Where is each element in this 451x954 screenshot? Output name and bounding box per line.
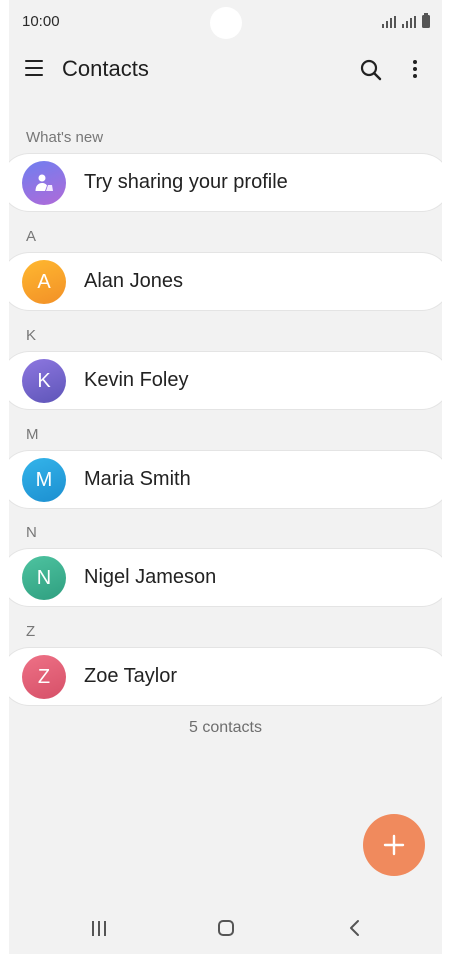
section-header-z: Z bbox=[26, 623, 36, 640]
contact-row[interactable]: A Alan Jones bbox=[9, 253, 442, 310]
menu-icon[interactable] bbox=[25, 59, 45, 77]
signal-icon-2 bbox=[402, 16, 416, 28]
section-header-m: M bbox=[26, 426, 39, 443]
contact-name: Kevin Foley bbox=[84, 369, 189, 391]
battery-icon bbox=[422, 13, 430, 28]
contact-avatar: Z bbox=[22, 655, 66, 699]
status-bar: 10:00 bbox=[9, 0, 442, 44]
more-options-icon[interactable] bbox=[405, 58, 425, 82]
contact-avatar: A bbox=[22, 260, 66, 304]
status-time: 10:00 bbox=[22, 13, 60, 30]
contact-name: Zoe Taylor bbox=[84, 665, 178, 687]
share-profile-item[interactable]: Try sharing your profile bbox=[9, 154, 442, 211]
contact-avatar: N bbox=[22, 556, 66, 600]
back-icon[interactable] bbox=[348, 919, 360, 937]
contact-name: Nigel Jameson bbox=[84, 566, 217, 588]
navigation-bar bbox=[9, 904, 442, 952]
contact-name: Maria Smith bbox=[84, 468, 191, 490]
search-icon[interactable] bbox=[359, 58, 383, 82]
signal-icon bbox=[382, 16, 396, 28]
section-header-n: N bbox=[26, 524, 37, 541]
plus-icon bbox=[383, 834, 405, 856]
home-icon[interactable] bbox=[218, 920, 234, 936]
contact-row[interactable]: M Maria Smith bbox=[9, 451, 442, 508]
profile-share-icon bbox=[35, 174, 53, 191]
camera-cutout bbox=[210, 7, 242, 39]
contact-row[interactable]: Z Zoe Taylor bbox=[9, 648, 442, 705]
add-contact-button[interactable] bbox=[363, 814, 425, 876]
whats-new-header: What's new bbox=[26, 129, 104, 146]
phone-frame: 10:00 Contacts What's new Try sharing yo… bbox=[0, 0, 451, 954]
page-title: Contacts bbox=[62, 56, 149, 81]
contacts-screen: 10:00 Contacts What's new Try sharing yo… bbox=[9, 0, 442, 954]
contact-row[interactable]: K Kevin Foley bbox=[9, 352, 442, 409]
contact-avatar: M bbox=[22, 458, 66, 502]
contact-row[interactable]: N Nigel Jameson bbox=[9, 549, 442, 606]
share-profile-label: Try sharing your profile bbox=[84, 171, 288, 193]
contact-count: 5 contacts bbox=[189, 719, 262, 736]
recents-icon[interactable] bbox=[92, 921, 110, 936]
profile-share-avatar bbox=[22, 161, 66, 205]
contact-name: Alan Jones bbox=[84, 270, 183, 292]
contact-avatar: K bbox=[22, 359, 66, 403]
section-header-k: K bbox=[26, 327, 37, 344]
status-icons bbox=[382, 13, 430, 28]
app-bar: Contacts bbox=[9, 46, 442, 92]
section-header-a: A bbox=[26, 228, 37, 245]
